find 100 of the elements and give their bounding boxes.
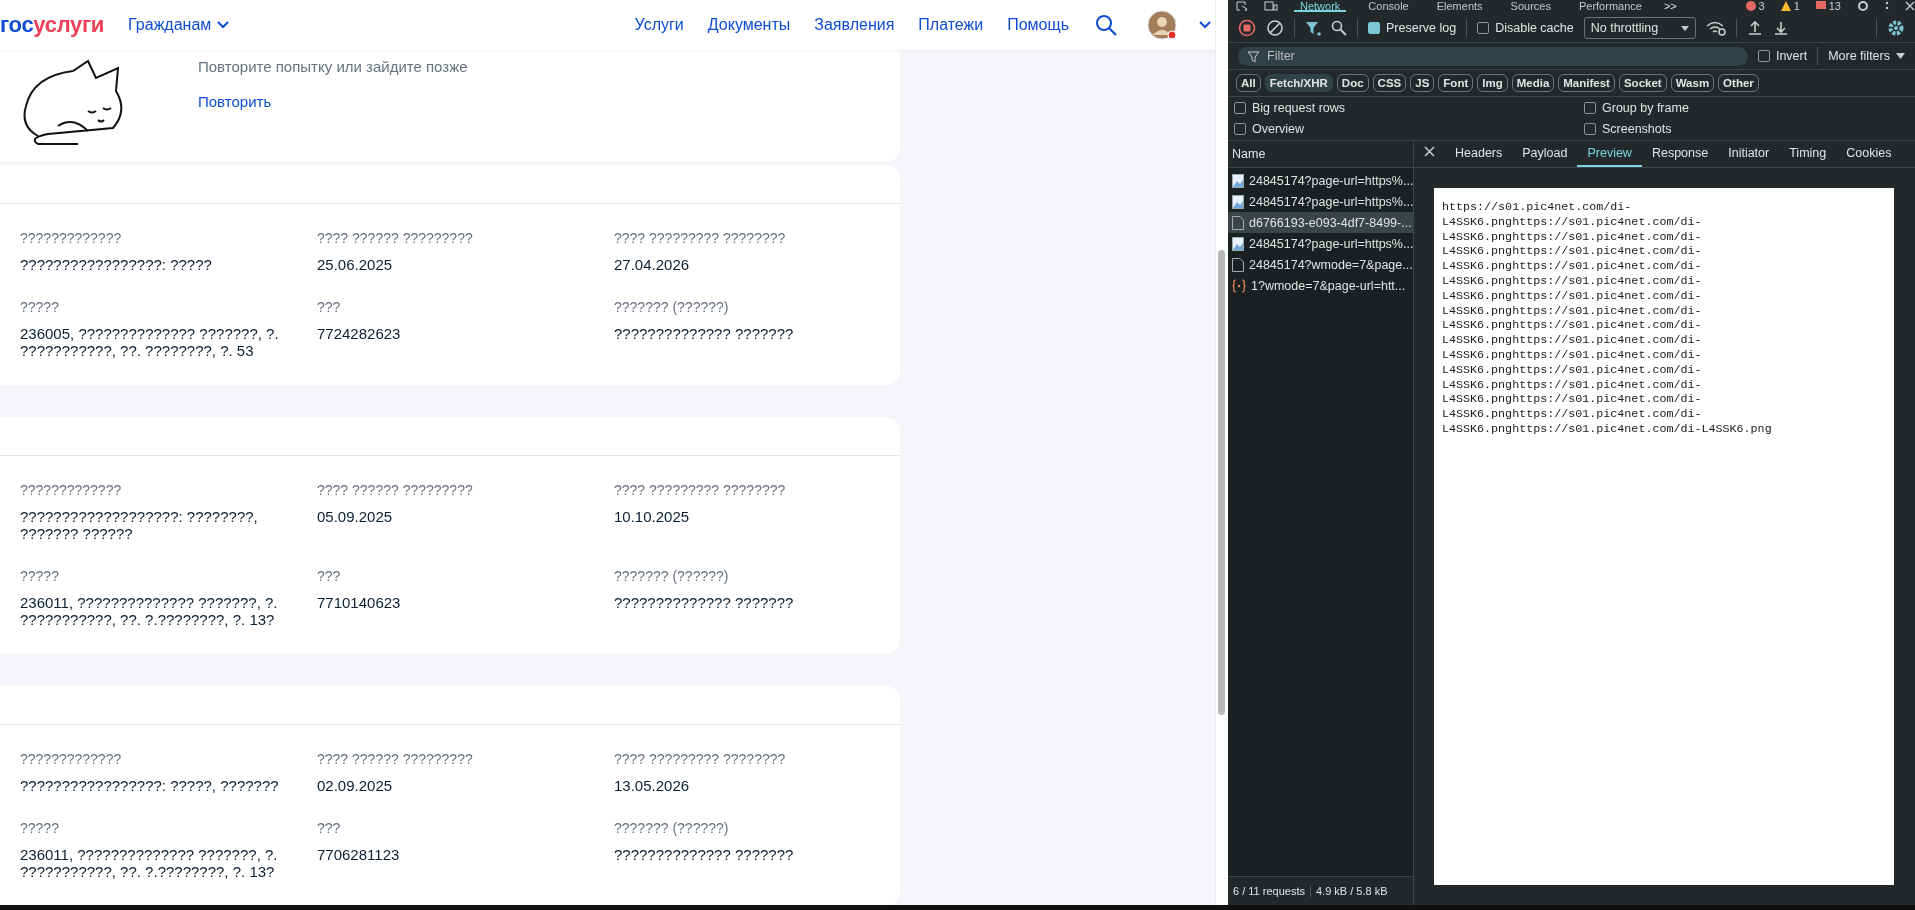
upload-icon[interactable] bbox=[1746, 20, 1763, 36]
type-filter-button[interactable]: All bbox=[1236, 74, 1261, 92]
request-row[interactable]: 24845174?wmode=7&page... bbox=[1228, 254, 1413, 275]
panel-tab[interactable]: Sources bbox=[1504, 0, 1557, 12]
nav-link[interactable]: Заявления bbox=[814, 16, 895, 34]
option-checkbox[interactable]: Overview bbox=[1234, 122, 1584, 136]
preserve-log-checkbox[interactable]: Preserve log bbox=[1368, 21, 1457, 35]
field-label: ???? ?????? ????????? bbox=[317, 751, 474, 767]
scrollbar-thumb[interactable] bbox=[1218, 250, 1225, 715]
throttling-dropdown[interactable]: No throttling bbox=[1583, 17, 1696, 39]
panel-tab[interactable]: Elements bbox=[1430, 0, 1489, 12]
chevron-down-icon bbox=[217, 21, 230, 29]
download-icon[interactable] bbox=[1772, 20, 1789, 36]
request-row[interactable]: d6766193-e093-4df7-8499-... bbox=[1228, 212, 1413, 233]
checkbox[interactable] bbox=[1477, 22, 1490, 34]
more-filters-button[interactable]: More filters bbox=[1828, 49, 1905, 63]
type-filter-button[interactable]: Img bbox=[1477, 74, 1508, 92]
field-value: 10.10.2025 bbox=[614, 508, 691, 525]
request-row[interactable]: 24845174?page-url=https%... bbox=[1228, 191, 1413, 212]
field-value: 7706281123 bbox=[317, 846, 401, 863]
checkbox[interactable] bbox=[1234, 123, 1246, 135]
detail-tab[interactable]: Cookies bbox=[1836, 141, 1902, 167]
nav-link[interactable]: Услуги bbox=[634, 16, 684, 34]
field-value: 25.06.2025 bbox=[317, 256, 394, 273]
field-value: 13.05.2026 bbox=[614, 777, 691, 794]
invert-checkbox[interactable]: Invert bbox=[1757, 49, 1808, 63]
panel-tab[interactable]: Network bbox=[1294, 0, 1347, 12]
disable-cache-checkbox[interactable]: Disable cache bbox=[1477, 21, 1574, 35]
type-filter-button[interactable]: Font bbox=[1438, 74, 1474, 92]
field-value: ?????????????? ??????? bbox=[614, 846, 795, 863]
field-value: 7724282623 bbox=[317, 325, 402, 342]
option-checkbox[interactable]: Group by frame bbox=[1584, 101, 1884, 115]
type-filter-button[interactable]: Socket bbox=[1618, 74, 1667, 92]
panel-tab[interactable]: Performance bbox=[1572, 0, 1648, 12]
field-label: ??? bbox=[317, 299, 342, 315]
detail-tab[interactable]: Response bbox=[1641, 141, 1719, 167]
type-filter-button[interactable]: JS bbox=[1410, 74, 1435, 92]
detail-tab[interactable]: Headers bbox=[1445, 141, 1513, 167]
detail-tab[interactable]: Preview bbox=[1577, 141, 1642, 167]
error-count: 3 bbox=[1758, 0, 1765, 12]
inspect-icon[interactable] bbox=[1236, 1, 1248, 11]
checkbox[interactable] bbox=[1757, 50, 1770, 62]
response-preview: https://s01.pic4net.com/di- L4SSK6.pnghttps://s01.pic4net.com/di- L4SSK6.pnghttps://s01.pic4net.com/di- L4SSK6.pnghttps://s01.pic4net.com/di- L4SSK6.pnghttps://s01.pic4net.com/di- L4SSK6.pnghttps://s01.pic4net.com/di- L4SSK6.pnghttps://s01.pic4net.com/di- L4SSK6.pnghttps://s01.pic4net.com/di- L4SSK6.pnghttps://s01.pic4net.com/di- L4SSK6.pnghttps://s01.pic4net.com/di- L4SSK6.pnghttps://s01.pic4net.com/di- L4SSK6.pnghttps://s01.pic4net.com/di- L4SSK6.pnghttps://s01.pic4net.com/di- L4SSK6.pnghttps://s01.pic4net.com/di- L4SSK6.pnghttps://s01.pic4net.com/di- L4SSK6.pnghttps://s01.pic4net.com/di-L4SSK6.png bbox=[1434, 188, 1894, 885]
nav-link[interactable]: Помощь bbox=[1007, 16, 1069, 34]
dropdown-arrow-icon bbox=[1680, 25, 1689, 31]
field-value: 236011, ?????????????? ???????, ?. ???????????, ??. ?.????????, ?. 13? bbox=[20, 846, 279, 880]
close-icon[interactable] bbox=[1905, 1, 1915, 11]
chevron-down-icon[interactable] bbox=[1199, 21, 1211, 29]
citizens-menu[interactable]: Гражданам bbox=[128, 16, 230, 34]
image-file-icon bbox=[1232, 173, 1244, 188]
checkbox[interactable] bbox=[1368, 22, 1380, 34]
option-checkbox[interactable]: Screenshots bbox=[1584, 122, 1884, 136]
field-label: ??? bbox=[317, 568, 342, 584]
field-value: ?????????????? ??????? bbox=[614, 594, 795, 611]
type-filter-button[interactable]: Wasm bbox=[1670, 74, 1715, 92]
field-label: ???? ????????? ???????? bbox=[614, 751, 787, 767]
request-row[interactable]: 1?wmode=7&page-url=htt... bbox=[1228, 275, 1413, 296]
detail-tab[interactable]: Timing bbox=[1779, 141, 1837, 167]
network-conditions-icon[interactable] bbox=[1705, 20, 1726, 36]
type-filter-button[interactable]: Media bbox=[1511, 74, 1555, 92]
filter-field[interactable]: Filter bbox=[1238, 46, 1748, 66]
retry-link[interactable]: Повторить bbox=[198, 93, 272, 110]
document-icon bbox=[1232, 257, 1244, 272]
filter-icon[interactable] bbox=[1305, 20, 1321, 36]
field-label: ????????????? bbox=[20, 751, 123, 767]
field-label: ??????? (??????) bbox=[614, 299, 730, 315]
type-filter-button[interactable]: Doc bbox=[1336, 74, 1369, 92]
search-icon[interactable] bbox=[1331, 20, 1347, 36]
avatar-icon[interactable] bbox=[1147, 10, 1177, 40]
field-value: 05.09.2025 bbox=[317, 508, 394, 525]
checkbox[interactable] bbox=[1584, 102, 1596, 114]
logo: госуслуги bbox=[0, 12, 105, 38]
request-row[interactable]: 24845174?page-url=https%... bbox=[1228, 233, 1413, 254]
more-icon[interactable] bbox=[1885, 1, 1889, 11]
record-icon[interactable] bbox=[1238, 19, 1256, 37]
option-checkbox[interactable]: Big request rows bbox=[1234, 101, 1584, 115]
dropdown-arrow-icon bbox=[1896, 53, 1905, 59]
detail-tab[interactable]: Payload bbox=[1512, 141, 1578, 167]
document-icon bbox=[1232, 215, 1244, 230]
panel-tab[interactable]: Console bbox=[1362, 0, 1415, 12]
nav-link[interactable]: Документы bbox=[707, 16, 791, 34]
search-icon[interactable] bbox=[1095, 14, 1117, 36]
checkbox[interactable] bbox=[1584, 123, 1596, 135]
field-value: 02.09.2025 bbox=[317, 777, 394, 794]
nav-link[interactable]: Платежи bbox=[918, 16, 984, 34]
request-row[interactable]: 24845174?page-url=https%... bbox=[1228, 170, 1413, 191]
clear-icon[interactable] bbox=[1266, 19, 1284, 37]
more-tabs-button[interactable]: >> bbox=[1663, 0, 1677, 12]
close-icon bbox=[1424, 146, 1435, 157]
type-filter-button[interactable]: Other bbox=[1718, 74, 1759, 92]
device-icon[interactable] bbox=[1264, 1, 1278, 11]
warning-icon bbox=[1780, 1, 1791, 11]
filter-icon bbox=[1248, 50, 1259, 62]
detail-tab[interactable]: Initiator bbox=[1718, 141, 1780, 167]
field-label: ??????? (??????) bbox=[614, 820, 730, 836]
field-label: ????? bbox=[20, 820, 60, 836]
type-filter-button[interactable]: CSS bbox=[1372, 74, 1407, 92]
checkbox[interactable] bbox=[1234, 102, 1246, 114]
type-filter-button[interactable]: Manifest bbox=[1558, 74, 1615, 92]
type-filter-button[interactable]: Fetch/XHR bbox=[1264, 74, 1333, 92]
